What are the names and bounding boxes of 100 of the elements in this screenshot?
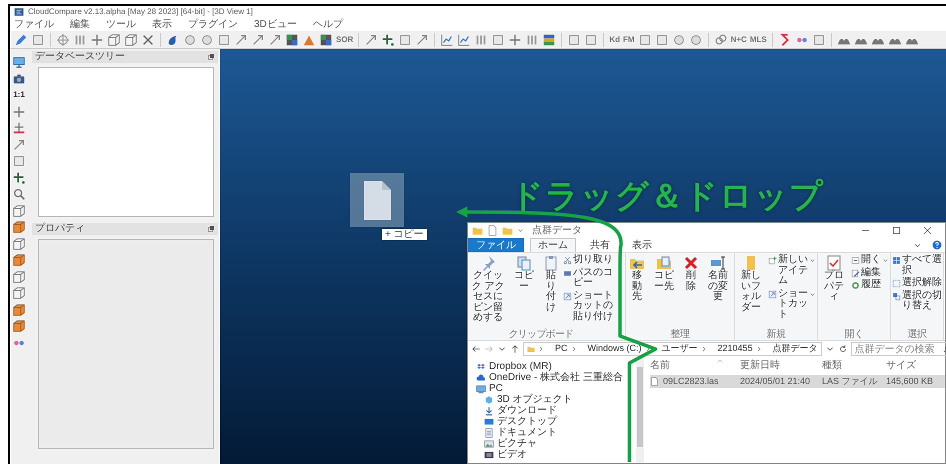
arrow-icon[interactable] (251, 32, 265, 46)
plus-icon[interactable] (12, 104, 26, 118)
bars-icon[interactable] (525, 32, 540, 46)
square-icon[interactable] (491, 32, 506, 46)
ribbon-button[interactable]: 履歴 (851, 280, 889, 290)
scrollbar[interactable] (636, 357, 644, 463)
cube-icon[interactable] (12, 270, 26, 284)
ribbon-button[interactable]: 選択解除 (892, 278, 942, 288)
square-icon[interactable] (584, 32, 598, 46)
ribbon-button[interactable]: パスのコピー (563, 268, 613, 288)
plus-icon[interactable] (508, 32, 522, 46)
cube-icon[interactable] (107, 32, 121, 46)
nav-item[interactable]: ダウンロード (482, 405, 559, 416)
ribbon-tab[interactable]: 共有 (582, 238, 618, 252)
bars-icon[interactable] (73, 32, 87, 46)
up-icon[interactable] (510, 344, 520, 354)
column-header[interactable]: 名前 (650, 357, 740, 375)
scrollbar-thumb[interactable] (637, 367, 643, 447)
undock-icon[interactable] (207, 225, 215, 233)
document-icon[interactable] (487, 225, 498, 236)
plus-icon[interactable] (12, 170, 26, 184)
link-icon[interactable] (714, 32, 728, 46)
address-bar[interactable]: PC Windows (C:) ユーザー 2210455 点群データ (523, 342, 822, 356)
magnifier-icon[interactable] (12, 187, 26, 201)
monitor-icon[interactable] (12, 55, 26, 69)
menu-item[interactable]: 編集 (70, 18, 90, 31)
toolbar-button[interactable]: Kd (609, 32, 620, 46)
camera-icon[interactable] (12, 72, 26, 86)
nav-item[interactable]: ビデオ (482, 449, 529, 460)
help-icon[interactable] (932, 240, 942, 250)
maximize-icon[interactable] (891, 225, 902, 236)
cube-icon[interactable] (12, 302, 26, 316)
nav-item[interactable]: Dropbox (MR) (474, 361, 554, 372)
cube-icon[interactable] (124, 32, 138, 46)
cube-icon[interactable] (12, 204, 26, 218)
chart-icon[interactable] (457, 32, 472, 46)
toolbar-button[interactable]: N+C (730, 32, 747, 46)
menu-item[interactable]: 表示 (152, 18, 172, 31)
column-header[interactable]: 更新日時 (740, 357, 822, 375)
ribbon-button[interactable]: 編集 (851, 268, 889, 278)
circle-icon[interactable] (688, 32, 703, 46)
nav-item[interactable]: 3D オブジェクト (482, 394, 575, 405)
square-icon[interactable] (654, 32, 669, 46)
column-header[interactable]: サイズ (886, 357, 942, 375)
ribbon-tab[interactable]: ファイル (468, 238, 524, 252)
square-icon[interactable] (812, 32, 826, 46)
circle-icon[interactable] (672, 32, 686, 46)
ribbon-tab[interactable]: 表示 (624, 238, 660, 252)
bars-icon[interactable] (474, 32, 488, 46)
menu-item[interactable]: 3Dビュー (254, 18, 297, 31)
menu-item[interactable]: ツール (106, 18, 136, 31)
ribbon-button[interactable]: 切り取り (563, 255, 613, 266)
ribbon-button[interactable]: 新しいアイテム (768, 255, 816, 286)
stack-icon[interactable] (542, 32, 556, 46)
menu-item[interactable]: ヘルプ (312, 18, 343, 31)
toolbar-button[interactable]: MLS (750, 32, 767, 46)
chart-icon[interactable] (440, 32, 454, 46)
ribbon-button[interactable]: クイック アクセスにピン留めする (469, 255, 507, 330)
back-icon[interactable] (471, 344, 481, 354)
arrow-icon[interactable] (12, 138, 26, 152)
undock-icon[interactable] (207, 53, 215, 61)
nav-item[interactable]: ドキュメント (482, 427, 559, 438)
ribbon-button[interactable]: ショートカットの貼り付け (563, 290, 613, 322)
square-icon[interactable] (31, 32, 45, 46)
ribbon-button[interactable]: すべて選択 (892, 255, 942, 276)
circle-icon[interactable] (200, 32, 214, 46)
crosshair-icon[interactable] (56, 32, 70, 46)
ribbon-button[interactable]: 貼り付け (541, 255, 561, 330)
arrow-icon[interactable] (268, 32, 282, 46)
grid-icon[interactable] (319, 32, 333, 46)
cube-icon[interactable] (12, 286, 26, 300)
ribbon-button[interactable]: コピー先 (649, 255, 679, 330)
nav-item[interactable]: ピクチャ (482, 438, 539, 449)
grid-icon[interactable] (285, 32, 299, 46)
ribbon-tab[interactable]: ホーム (530, 238, 576, 252)
plus-icon[interactable] (12, 121, 26, 135)
toolbar-button[interactable]: SOR (336, 32, 354, 46)
square-icon[interactable] (12, 154, 26, 168)
refresh-icon[interactable] (838, 344, 848, 354)
plus-icon[interactable] (90, 32, 104, 46)
toolbar-button[interactable]: FM (623, 32, 635, 46)
nav-item[interactable]: デスクトップ (482, 416, 559, 427)
toolbar-button[interactable]: 1:1 (13, 88, 25, 102)
ribbon-button[interactable]: 削除 (681, 255, 701, 330)
menu-item[interactable]: プラグイン (188, 18, 238, 31)
cube-icon[interactable] (12, 253, 26, 267)
cross-icon[interactable] (141, 32, 155, 46)
square-icon[interactable] (638, 32, 652, 46)
cube-icon[interactable] (12, 220, 26, 234)
ribbon-button[interactable]: 開く (851, 255, 889, 266)
nav-item[interactable]: OneDrive - 株式会社 三重総合 (474, 372, 625, 383)
search-field[interactable]: 点群データの検索 (850, 342, 946, 356)
arrow-icon[interactable] (234, 32, 248, 46)
square-icon[interactable] (398, 32, 412, 46)
arrow-icon[interactable] (415, 32, 430, 46)
arrow-icon[interactable] (364, 32, 378, 46)
circle-icon[interactable] (183, 32, 197, 46)
ribbon-button[interactable]: プロパティ (819, 255, 849, 330)
square-icon[interactable] (217, 32, 231, 46)
square-icon[interactable] (567, 32, 582, 46)
